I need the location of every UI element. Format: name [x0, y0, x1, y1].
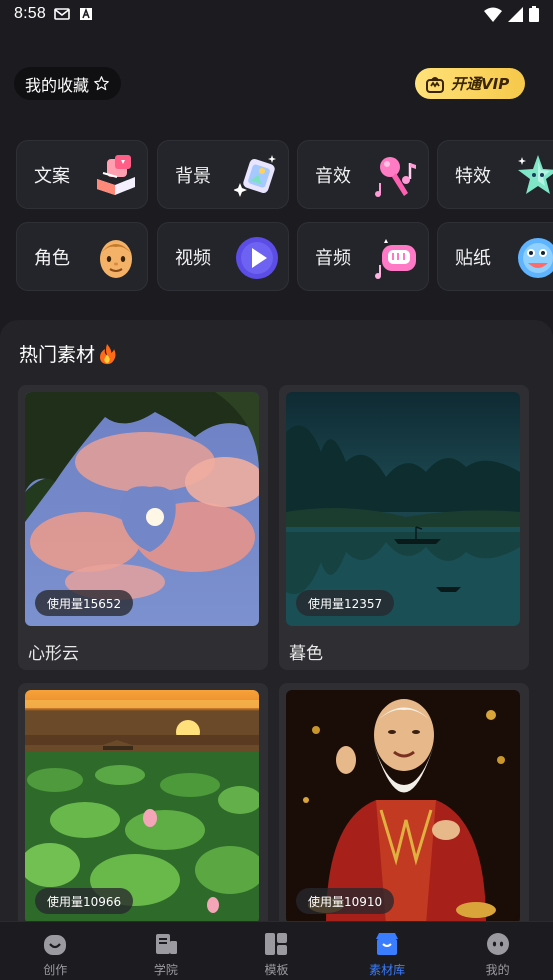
material-name: 心形云: [28, 644, 79, 664]
open-vip-button[interactable]: 开通VIP: [415, 68, 525, 99]
nav-template[interactable]: 模板: [221, 922, 332, 980]
usage-count-badge: 使用量10910: [296, 888, 395, 914]
material-card[interactable]: 使用量10966: [18, 683, 268, 928]
category-label: 背景: [175, 165, 211, 187]
category-audio[interactable]: 音频: [297, 222, 429, 291]
copywriting-icon: [97, 155, 135, 195]
category-label: 特效: [455, 165, 491, 187]
signal-icon: [508, 6, 523, 22]
fire-icon: [100, 343, 116, 364]
material-name: 暮色: [289, 644, 323, 664]
material-library-icon: [376, 933, 399, 955]
sticker-icon: [518, 238, 553, 278]
status-time: 8:58: [14, 5, 46, 22]
hot-materials-title: 热门素材: [19, 340, 117, 367]
special-effect-icon: [518, 155, 553, 194]
category-label: 视频: [175, 247, 211, 269]
academy-icon: [155, 934, 177, 954]
vip-label: 开通VIP: [451, 75, 510, 93]
category-label: 音频: [315, 247, 351, 269]
category-special-effect[interactable]: 特效: [437, 140, 553, 209]
material-thumbnail-dusk: 使用量12357: [286, 392, 520, 626]
material-thumbnail-lotus-sunset: 使用量10966: [25, 690, 259, 924]
wifi-icon: [484, 7, 502, 22]
usage-count-badge: 使用量10966: [35, 888, 134, 914]
material-thumbnail-heart-cloud: 使用量15652: [25, 392, 259, 626]
nav-label: 我的: [485, 963, 510, 977]
status-bar: 8:58: [0, 0, 553, 28]
category-label: 音效: [315, 165, 351, 187]
nav-academy[interactable]: 学院: [111, 922, 222, 980]
category-sound-effect[interactable]: 音效: [297, 140, 429, 209]
template-icon: [265, 933, 288, 955]
sound-effect-icon: [375, 157, 416, 197]
category-video[interactable]: 视频: [157, 222, 289, 291]
section-title: 热门素材: [19, 344, 96, 366]
nav-label: 学院: [153, 963, 178, 977]
usage-count-badge: 使用量15652: [35, 590, 134, 616]
category-label: 贴纸: [455, 247, 491, 269]
crown-bag-icon: [426, 76, 444, 93]
create-icon: [44, 935, 67, 955]
my-favorites-button[interactable]: 我的收藏: [14, 67, 122, 100]
message-icon: [54, 8, 70, 20]
material-card[interactable]: 使用量10910: [279, 683, 529, 928]
category-sticker[interactable]: 贴纸: [437, 222, 553, 291]
app-notification-icon: [79, 7, 92, 20]
category-copywriting[interactable]: 文案: [16, 140, 148, 209]
background-icon: [234, 155, 276, 197]
nav-profile[interactable]: 我的: [442, 922, 553, 980]
profile-icon: [486, 933, 509, 955]
nav-create[interactable]: 创作: [0, 922, 111, 980]
video-icon: [236, 237, 278, 279]
category-background[interactable]: 背景: [157, 140, 289, 209]
category-character[interactable]: 角色: [16, 222, 148, 291]
category-label: 角色: [34, 247, 70, 269]
material-card[interactable]: 使用量15652 心形云: [18, 385, 268, 670]
material-thumbnail-god-of-wealth: 使用量10910: [286, 690, 520, 924]
nav-label: 素材库: [369, 963, 406, 977]
bottom-navigation: 创作 学院 模板 素材库 我的: [0, 921, 553, 980]
favorites-label: 我的收藏: [25, 75, 90, 95]
nav-label: 创作: [43, 963, 68, 977]
star-outline-icon: [94, 76, 109, 91]
category-label: 文案: [34, 165, 70, 187]
audio-icon: [375, 239, 416, 279]
nav-label: 模板: [264, 963, 289, 977]
usage-count-badge: 使用量12357: [296, 590, 395, 616]
nav-material-library[interactable]: 素材库: [332, 922, 443, 980]
material-card[interactable]: 使用量12357 暮色: [279, 385, 529, 670]
character-icon: [100, 240, 132, 278]
battery-icon: [529, 6, 539, 22]
